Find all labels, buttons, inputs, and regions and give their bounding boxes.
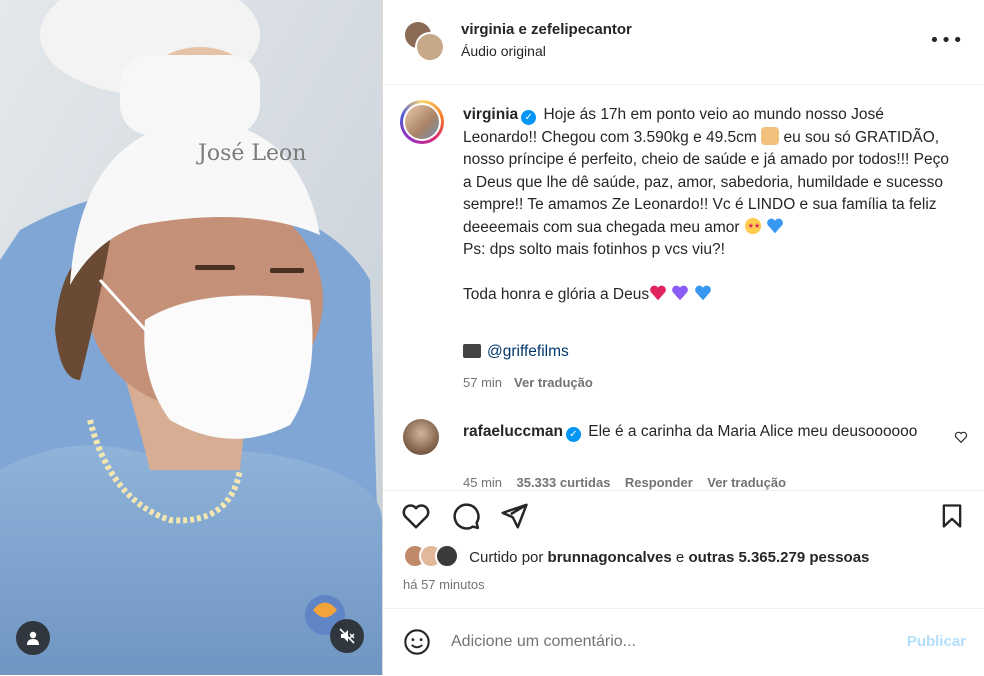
like-comment-heart-icon[interactable] [954, 430, 968, 444]
comment-time[interactable]: 45 min [463, 475, 502, 490]
likes-summary: Curtido por brunnagoncalves e outras 5.3… [403, 544, 869, 568]
post-details-panel: virginia e zefelipecantor Áudio original… [383, 0, 984, 675]
caption-meta: 57 min Ver tradução [463, 375, 593, 390]
comment-icon[interactable] [451, 501, 481, 531]
caption-ps: Ps: dps solto mais fotinhos p vcs viu?! [463, 241, 725, 258]
comment-translate-link[interactable]: Ver tradução [707, 475, 786, 490]
see-translation-link[interactable]: Ver tradução [514, 375, 593, 390]
verified-badge-icon: ✓ [565, 427, 581, 442]
add-comment-bar: Adicione um comentário... Publicar [383, 608, 984, 676]
comment-username[interactable]: rafaeluccman [463, 423, 563, 440]
publish-button[interactable]: Publicar [907, 633, 966, 650]
reply-button[interactable]: Responder [625, 475, 693, 490]
user-icon [27, 631, 39, 645]
purple-heart-emoji-icon [672, 285, 689, 301]
comment-text: Ele é a carinha da Maria Alice meu deuso… [588, 423, 918, 440]
post-media[interactable]: José Leon [0, 0, 383, 675]
post-timestamp[interactable]: há 57 minutos [403, 577, 485, 592]
send-icon[interactable] [499, 501, 529, 531]
caption-time[interactable]: 57 min [463, 375, 502, 390]
collab-avatars[interactable] [403, 20, 447, 64]
post-authors[interactable]: virginia e zefelipecantor [461, 21, 632, 38]
comments-scroll-area[interactable]: virginia ✓ Hoje ás 17h em ponto veio ao m… [383, 85, 984, 490]
avatar [415, 32, 445, 62]
verified-badge-icon: ✓ [521, 110, 537, 125]
liked-by-user[interactable]: brunnagoncalves [548, 549, 672, 566]
audio-label[interactable]: Áudio original [461, 43, 632, 59]
post-photo: José Leon [0, 0, 382, 675]
star-struck-emoji-icon: ★★ [744, 217, 761, 234]
liked-by-others[interactable]: outras 5.365.279 pessoas [688, 549, 869, 566]
commenter-avatar[interactable] [403, 419, 439, 455]
avatar [405, 105, 439, 139]
red-heart-emoji-icon [650, 285, 666, 301]
mute-toggle-button[interactable] [330, 619, 364, 653]
caption-username[interactable]: virginia [463, 106, 518, 123]
svg-text:★★: ★★ [747, 220, 760, 229]
comment: rafaeluccman ✓ Ele é a carinha da Maria A… [463, 421, 923, 444]
liked-by-prefix: Curtido por [469, 549, 544, 566]
avatar [435, 544, 459, 568]
smiley-icon[interactable] [403, 628, 431, 656]
caption-honra: Toda honra e glória a Deus [463, 286, 650, 303]
credit-line: @griffefilms [463, 343, 569, 361]
tagged-users-button[interactable] [16, 621, 50, 655]
blue-heart-emoji-icon [767, 218, 784, 233]
hands-emoji-icon [761, 126, 780, 145]
blue-heart-emoji-icon [694, 285, 711, 301]
cap-embroidery: José Leon [196, 141, 306, 166]
caption-author-avatar[interactable] [400, 100, 444, 144]
speaker-muted-icon [339, 628, 355, 644]
post-caption: virginia ✓ Hoje ás 17h em ponto veio ao m… [463, 104, 953, 307]
movie-camera-emoji-icon [463, 344, 481, 358]
post-header: virginia e zefelipecantor Áudio original… [383, 0, 984, 85]
comment-likes[interactable]: 35.333 curtidas [516, 475, 610, 490]
comment-meta: 45 min 35.333 curtidas Responder Ver tra… [463, 475, 786, 490]
action-bar [383, 490, 984, 541]
bookmark-icon[interactable] [938, 501, 966, 531]
liked-by-and: e [675, 549, 685, 566]
comment-input[interactable]: Adicione um comentário... [451, 633, 636, 651]
heart-icon[interactable] [401, 501, 431, 531]
more-horizontal-icon: ••• [929, 30, 964, 51]
more-options-button[interactable]: ••• [929, 30, 964, 51]
credit-link[interactable]: @griffefilms [487, 343, 569, 360]
